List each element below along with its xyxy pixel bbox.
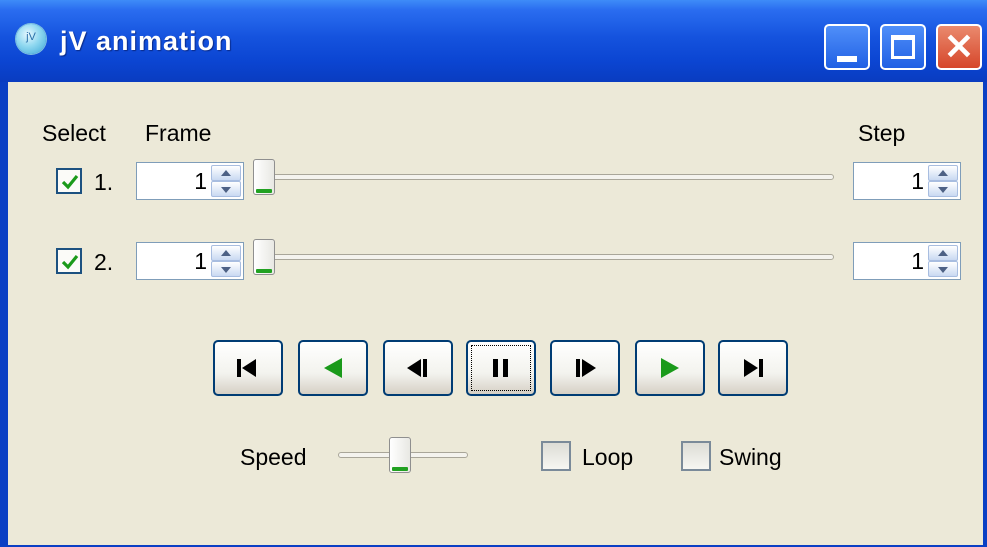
skip-to-end-icon [744, 359, 763, 377]
spin-up-icon[interactable] [928, 165, 958, 181]
frame-spinner-1[interactable]: 1 [136, 162, 244, 200]
step-backward-button[interactable] [383, 340, 453, 396]
step-spinner-1[interactable]: 1 [853, 162, 961, 200]
frame-value-2: 1 [194, 248, 207, 274]
maximize-icon [891, 35, 915, 59]
row-label-2: 2. [94, 249, 114, 275]
title-bar[interactable]: jV jV animation ✕ [0, 0, 987, 82]
frame-slider-track-2[interactable] [254, 254, 834, 260]
step-spinner-2[interactable]: 1 [853, 242, 961, 280]
minimize-button[interactable] [824, 24, 870, 70]
speed-slider-thumb[interactable] [389, 437, 411, 473]
pause-button[interactable] [466, 340, 536, 396]
spin-down-icon[interactable] [928, 181, 958, 197]
first-frame-button[interactable] [213, 340, 283, 396]
row-label-1: 1. [94, 169, 114, 195]
spin-down-icon[interactable] [211, 261, 241, 277]
checkmark-icon [61, 254, 79, 270]
spin-down-icon[interactable] [928, 261, 958, 277]
minimize-icon [837, 56, 857, 62]
frame-slider-track-1[interactable] [254, 174, 834, 180]
frame-value-1: 1 [194, 168, 207, 194]
spin-down-icon[interactable] [211, 181, 241, 197]
maximize-button[interactable] [880, 24, 926, 70]
skip-to-start-icon [237, 359, 256, 377]
frame-header: Frame [145, 120, 212, 146]
close-icon: ✕ [943, 26, 975, 67]
speed-label: Speed [240, 444, 307, 470]
client-area: Select Frame Step 1. 1 1 2. 1 1 Speed Lo… [8, 82, 983, 545]
window-title: jV animation [60, 26, 233, 56]
loop-checkbox[interactable] [541, 441, 571, 471]
frame-spinner-2[interactable]: 1 [136, 242, 244, 280]
step-forward-icon [576, 359, 596, 377]
step-header: Step [858, 120, 906, 146]
swing-checkbox[interactable] [681, 441, 711, 471]
step-backward-icon [407, 359, 427, 377]
spin-up-icon[interactable] [211, 165, 241, 181]
play-backward-button[interactable] [298, 340, 368, 396]
close-button[interactable]: ✕ [936, 24, 982, 70]
spin-up-icon[interactable] [211, 245, 241, 261]
app-icon: jV [16, 24, 46, 54]
app-window: jV jV animation ✕ Select Frame Step 1. 1 [0, 0, 987, 547]
select-checkbox-1[interactable] [56, 168, 82, 194]
last-frame-button[interactable] [718, 340, 788, 396]
play-backward-icon [324, 358, 342, 378]
play-forward-button[interactable] [635, 340, 705, 396]
pause-icon [493, 359, 508, 377]
swing-label: Swing [719, 444, 782, 470]
step-forward-button[interactable] [550, 340, 620, 396]
loop-label: Loop [582, 444, 634, 470]
checkmark-icon [61, 174, 79, 190]
select-header: Select [42, 120, 106, 146]
frame-slider-thumb-1[interactable] [253, 159, 275, 195]
play-forward-icon [661, 358, 679, 378]
frame-slider-thumb-2[interactable] [253, 239, 275, 275]
step-value-1: 1 [911, 168, 924, 194]
select-checkbox-2[interactable] [56, 248, 82, 274]
spin-up-icon[interactable] [928, 245, 958, 261]
step-value-2: 1 [911, 248, 924, 274]
